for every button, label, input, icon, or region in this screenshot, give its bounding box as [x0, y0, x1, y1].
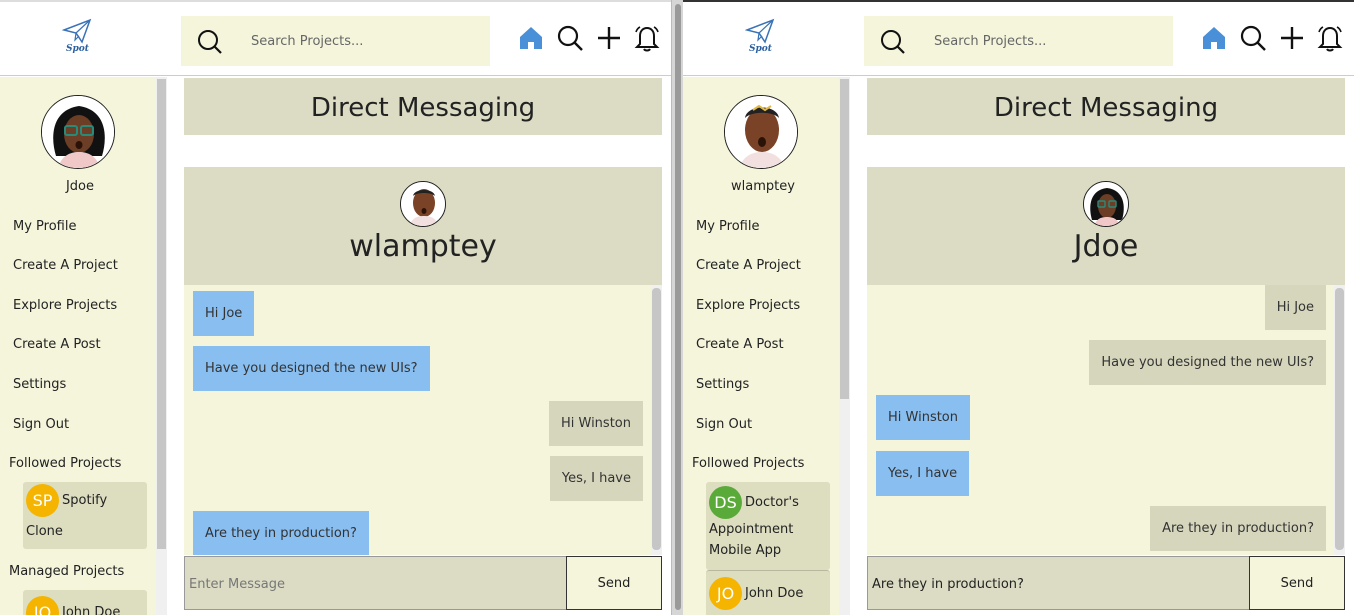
plus-icon[interactable]	[1278, 24, 1306, 52]
message-bubble: Hi Winston	[876, 395, 971, 440]
right-window: Spot Search Projects... wlamptey My Prof…	[683, 0, 1354, 615]
avatar-man-icon	[401, 182, 445, 226]
page-title: Direct Messaging	[867, 78, 1345, 135]
username: wlamptey	[731, 179, 795, 194]
followed-projects-title: Followed Projects	[692, 456, 805, 471]
nav-create-project[interactable]: Create A Project	[696, 258, 801, 273]
plus-icon[interactable]	[595, 24, 623, 52]
top-header: Spot	[683, 2, 1354, 76]
nav-create-project[interactable]: Create A Project	[13, 258, 118, 273]
avatar-woman-glasses-icon	[42, 96, 114, 168]
search-icon[interactable]	[880, 29, 906, 55]
message-bubble: Have you designed the new UIs?	[1089, 340, 1326, 385]
avatar-man-icon	[725, 96, 797, 168]
followed-projects-title: Followed Projects	[9, 456, 122, 471]
chat-partner-name: wlamptey	[349, 229, 497, 264]
sidebar: wlamptey My Profile Create A Project Exp…	[683, 77, 839, 615]
message-input[interactable]	[872, 571, 1242, 597]
project-name: John Doe	[745, 586, 804, 601]
search-bar	[864, 16, 1173, 66]
page-title: Direct Messaging	[184, 78, 662, 135]
message-bubble: Are they in production?	[193, 511, 369, 555]
message-bubble: Hi Winston	[548, 401, 643, 446]
logo-text: Spot	[749, 44, 772, 54]
message-composer: Send	[867, 556, 1345, 610]
chat-partner-avatar[interactable]	[400, 181, 446, 227]
nav-settings[interactable]: Settings	[696, 377, 749, 392]
sidebar: Jdoe My Profile Create A Project Explore…	[0, 77, 156, 615]
project-badge: DS	[709, 486, 742, 519]
message-bubble: Yes, I have	[549, 456, 643, 501]
project-card-john-doe[interactable]: JO John Doe	[23, 590, 147, 615]
project-card-doctors-appointment[interactable]: DS Doctor's Appointment Mobile App	[706, 482, 830, 570]
message-bubble: Yes, I have	[876, 451, 970, 496]
explore-search-icon[interactable]	[1239, 24, 1267, 52]
spot-logo[interactable]: Spot	[61, 18, 96, 62]
message-list: Hi Joe Have you designed the new UIs? Hi…	[184, 285, 651, 555]
username: Jdoe	[65, 179, 95, 194]
managed-projects-title: Managed Projects	[9, 564, 125, 579]
bell-icon[interactable]	[633, 24, 661, 52]
nav-settings[interactable]: Settings	[13, 377, 66, 392]
spot-logo[interactable]: Spot	[744, 18, 779, 62]
search-bar	[181, 16, 490, 66]
project-card-spotify[interactable]: SP Spotify Clone	[23, 482, 147, 549]
project-badge: SP	[26, 484, 59, 517]
project-name: John Doe	[62, 605, 121, 615]
sidebar-scrollbar[interactable]	[839, 77, 850, 615]
search-icon[interactable]	[197, 29, 223, 55]
nav-sign-out[interactable]: Sign Out	[13, 417, 69, 432]
chat-header: Jdoe	[867, 167, 1345, 285]
nav-create-post[interactable]: Create A Post	[696, 337, 784, 352]
home-icon[interactable]	[1200, 24, 1228, 52]
message-bubble: Are they in production?	[1150, 506, 1326, 551]
left-window: Spot Search Projects... Jdoe My Profile …	[0, 0, 671, 615]
send-button[interactable]: Send	[1249, 556, 1345, 610]
nav-explore-projects[interactable]: Explore Projects	[696, 298, 800, 313]
messages-scrollbar[interactable]	[1334, 285, 1345, 555]
chat-header: wlamptey	[184, 167, 662, 285]
nav-my-profile[interactable]: My Profile	[13, 219, 76, 234]
nav-create-post[interactable]: Create A Post	[13, 337, 101, 352]
nav-sign-out[interactable]: Sign Out	[696, 417, 752, 432]
sidebar-scrollbar[interactable]	[156, 77, 167, 615]
paper-plane-icon	[744, 18, 775, 44]
message-input[interactable]	[189, 571, 559, 597]
send-button[interactable]: Send	[566, 556, 662, 610]
home-icon[interactable]	[517, 24, 545, 52]
message-bubble: Hi Joe	[1264, 285, 1326, 330]
chat-partner-name: Jdoe	[1073, 229, 1139, 264]
logo-text: Spot	[66, 44, 89, 54]
user-avatar[interactable]	[724, 95, 798, 169]
explore-search-icon[interactable]	[556, 24, 584, 52]
nav-my-profile[interactable]: My Profile	[696, 219, 759, 234]
window-divider-scrollbar[interactable]	[671, 0, 683, 615]
user-avatar[interactable]	[41, 95, 115, 169]
top-header: Spot	[0, 2, 671, 76]
paper-plane-icon	[61, 18, 92, 44]
messages-scrollbar[interactable]	[651, 285, 662, 555]
message-list: Hi Joe Have you designed the new UIs? Hi…	[867, 285, 1334, 555]
project-badge: JO	[709, 577, 742, 610]
search-input[interactable]	[934, 28, 1164, 54]
message-composer: Send	[184, 556, 662, 610]
message-bubble: Have you designed the new UIs?	[193, 346, 430, 391]
bell-icon[interactable]	[1316, 24, 1344, 52]
nav-explore-projects[interactable]: Explore Projects	[13, 298, 117, 313]
avatar-woman-glasses-icon	[1084, 182, 1128, 226]
search-input[interactable]	[251, 28, 481, 54]
project-card-john-doe[interactable]: JO John Doe	[706, 570, 830, 615]
message-bubble: Hi Joe	[193, 291, 255, 336]
project-badge: JO	[26, 596, 59, 615]
chat-partner-avatar[interactable]	[1083, 181, 1129, 227]
